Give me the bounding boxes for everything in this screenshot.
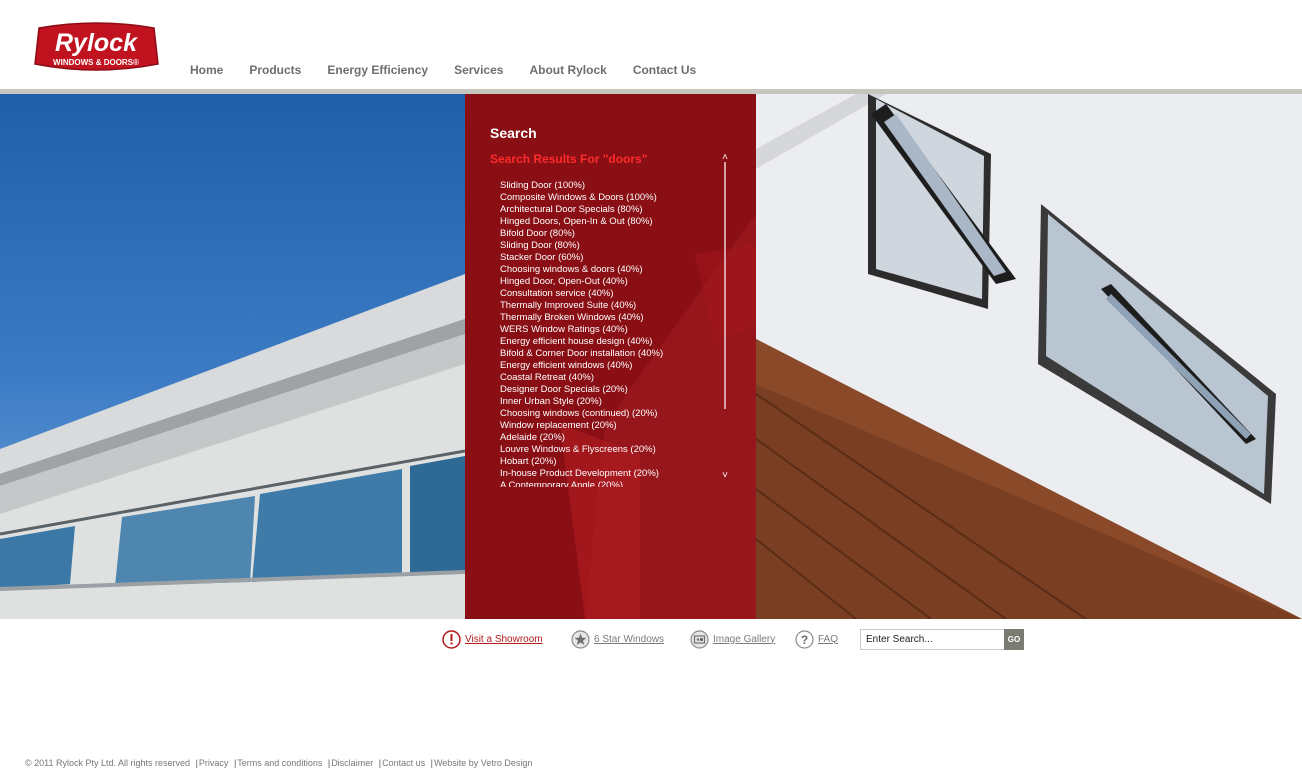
search-result-item[interactable]: In-house Product Development (20%) — [500, 468, 725, 480]
search-result-item[interactable]: Designer Door Specials (20%) — [500, 384, 725, 396]
search-result-item[interactable]: Energy efficient windows (40%) — [500, 360, 725, 372]
nav-products[interactable]: Products — [249, 63, 301, 77]
search-result-item[interactable]: Window replacement (20%) — [500, 420, 725, 432]
nav-contact-us[interactable]: Contact Us — [633, 63, 696, 77]
search-results-panel: Search Search Results For "doors" ˄ Slid… — [465, 94, 756, 619]
search-result-item[interactable]: Thermally Broken Windows (40%) — [500, 312, 725, 324]
nav-services[interactable]: Services — [454, 63, 503, 77]
six-star-windows-link[interactable]: 6 Star Windows — [571, 628, 664, 650]
svg-text:?: ? — [801, 633, 808, 647]
nav-about-rylock[interactable]: About Rylock — [529, 63, 606, 77]
hero-photo-right — [756, 94, 1302, 619]
exclamation-circle-icon — [442, 629, 461, 649]
search-result-item[interactable]: Consultation service (40%) — [500, 288, 725, 300]
search-result-item[interactable]: Bifold & Corner Door installation (40%) — [500, 348, 725, 360]
search-result-item[interactable]: Choosing windows & doors (40%) — [500, 264, 725, 276]
site-header: Rylock WINDOWS & DOORS® Home Products En… — [0, 0, 1302, 90]
search-result-item[interactable]: Hinged Doors, Open-In & Out (80%) — [500, 216, 725, 228]
star-circle-icon — [571, 629, 590, 649]
visit-showroom-link[interactable]: Visit a Showroom — [442, 628, 543, 650]
search-result-item[interactable]: Inner Urban Style (20%) — [500, 396, 725, 408]
footer-link-terms[interactable]: Terms and conditions — [237, 758, 322, 768]
search-result-item[interactable]: Bifold Door (80%) — [500, 228, 725, 240]
scroll-down-button[interactable]: ˅ — [719, 471, 731, 481]
results-list: Sliding Door (100%) Composite Windows & D… — [500, 180, 725, 487]
footer-separator: | — [378, 758, 382, 768]
search-result-item[interactable]: Composite Windows & Doors (100%) — [500, 192, 725, 204]
image-gallery-label: Image Gallery — [713, 633, 776, 645]
search-result-item[interactable]: Adelaide (20%) — [500, 432, 725, 444]
hero-photo-left — [0, 94, 465, 619]
image-gallery-link[interactable]: Image Gallery — [690, 628, 775, 650]
visit-showroom-label: Visit a Showroom — [465, 633, 543, 645]
search-result-item[interactable]: Coastal Retreat (40%) — [500, 372, 725, 384]
results-heading: Search Results For "doors" — [490, 152, 648, 166]
hero-banner: Search Search Results For "doors" ˄ Slid… — [0, 94, 1302, 619]
nav-energy-efficiency[interactable]: Energy Efficiency — [327, 63, 428, 77]
search-result-item[interactable]: Stacker Door (60%) — [500, 252, 725, 264]
search-result-item[interactable]: Choosing windows (continued) (20%) — [500, 408, 725, 420]
building-illustration-right — [756, 94, 1302, 619]
site-search-input[interactable] — [860, 629, 1005, 650]
search-result-item[interactable]: WERS Window Ratings (40%) — [500, 324, 725, 336]
search-result-item[interactable]: Hinged Door, Open-Out (40%) — [500, 276, 725, 288]
search-result-item[interactable]: Hobart (20%) — [500, 456, 725, 468]
footer-link-vetro-design[interactable]: Website by Vetro Design — [434, 758, 532, 768]
footer-link-privacy[interactable]: Privacy — [199, 758, 229, 768]
faq-link[interactable]: ? FAQ — [795, 628, 838, 650]
site-footer: © 2011 Rylock Pty Ltd. All rights reserv… — [25, 758, 532, 768]
site-search-go-button[interactable]: GO — [1004, 629, 1024, 650]
copyright-text: © 2011 Rylock Pty Ltd. All rights reserv… — [25, 758, 191, 768]
footer-separator: | — [430, 758, 433, 768]
search-result-item[interactable]: Sliding Door (100%) — [500, 180, 725, 192]
main-nav: Home Products Energy Efficiency Services… — [190, 63, 722, 77]
search-result-item[interactable]: Louvre Windows & Flyscreens (20%) — [500, 444, 725, 456]
building-illustration-left — [0, 274, 465, 619]
rylock-logo[interactable]: Rylock WINDOWS & DOORS® — [33, 20, 160, 75]
footer-separator: | — [327, 758, 331, 768]
footer-separator: | — [233, 758, 237, 768]
six-star-windows-label: 6 Star Windows — [594, 633, 665, 645]
faq-label: FAQ — [818, 633, 839, 645]
gallery-circle-icon — [690, 629, 709, 649]
search-result-item[interactable]: Architectural Door Specials (80%) — [500, 204, 725, 216]
question-circle-icon: ? — [795, 629, 814, 649]
footer-link-disclaimer[interactable]: Disclaimer — [331, 758, 373, 768]
search-result-item[interactable]: Energy efficient house design (40%) — [500, 336, 725, 348]
panel-title: Search — [490, 125, 537, 141]
svg-text:WINDOWS & DOORS®: WINDOWS & DOORS® — [53, 58, 139, 67]
footer-link-contact[interactable]: Contact us — [382, 758, 425, 768]
search-result-item[interactable]: Thermally Improved Suite (40%) — [500, 300, 725, 312]
search-result-item[interactable]: A Contemporary Angle (20%) — [500, 480, 725, 487]
nav-home[interactable]: Home — [190, 63, 223, 77]
svg-text:Rylock: Rylock — [55, 29, 138, 57]
footer-separator: | — [195, 758, 198, 768]
search-result-item[interactable]: Sliding Door (80%) — [500, 240, 725, 252]
